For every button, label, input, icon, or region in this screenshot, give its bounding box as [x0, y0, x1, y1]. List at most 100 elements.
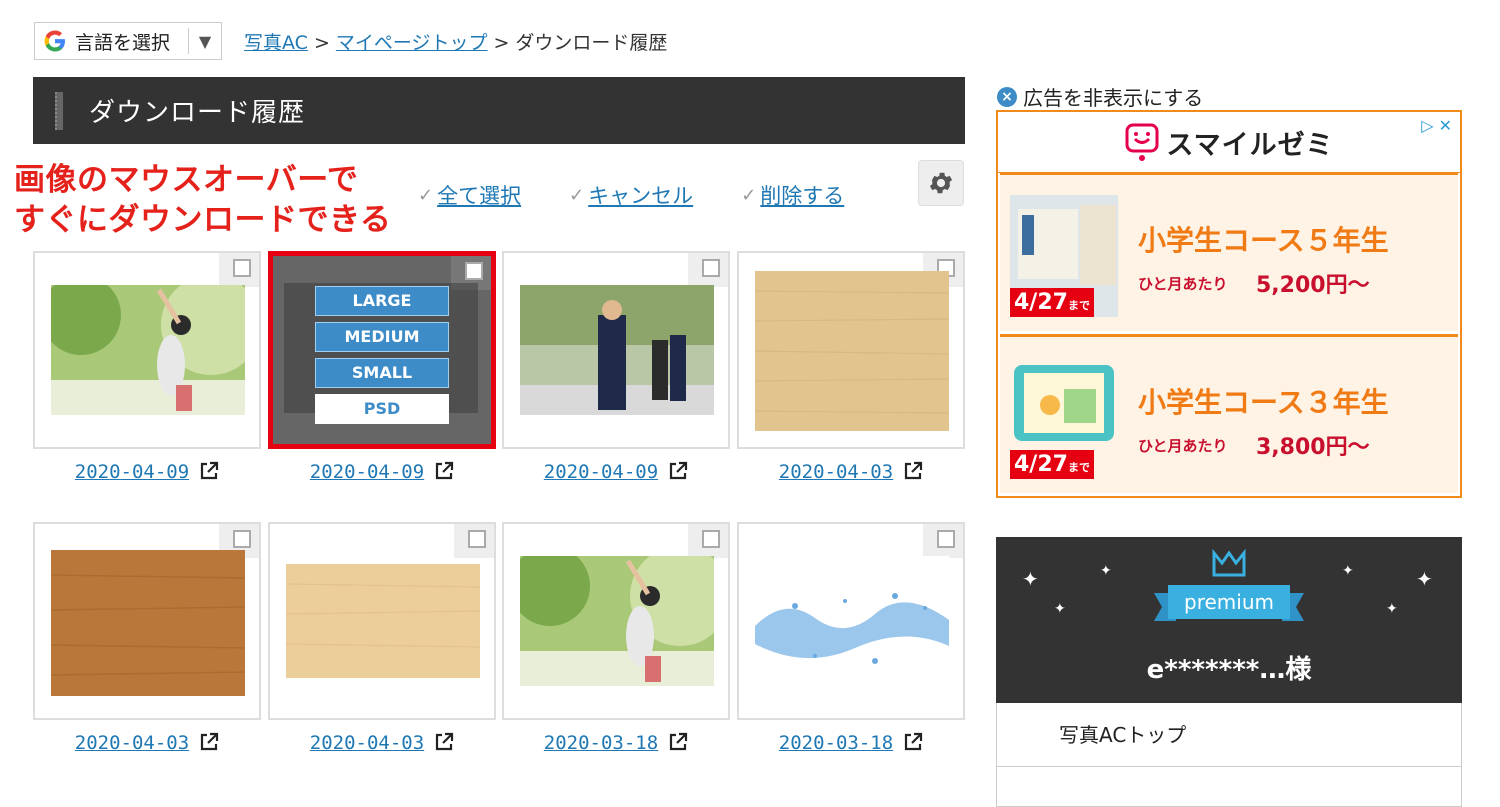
- external-link-icon[interactable]: [199, 461, 219, 481]
- ad-course-title: 小学生コース５年生: [1138, 224, 1389, 257]
- card-checkbox[interactable]: [233, 530, 251, 548]
- thumbnail-light-wood: [755, 271, 949, 431]
- ad-price: 3,800円〜: [1256, 435, 1370, 460]
- size-medium-button[interactable]: MEDIUM: [315, 322, 449, 352]
- download-size-menu: LARGE MEDIUM SMALL PSD: [315, 286, 449, 430]
- download-date-link[interactable]: 2020-04-09: [310, 461, 424, 483]
- download-card[interactable]: [502, 251, 730, 449]
- annotation-line-1: 画像のマウスオーバーで: [14, 162, 359, 198]
- sidebar-item-photoac-top[interactable]: 写真ACトップ: [996, 703, 1462, 767]
- ad-deadline-tag: 4/27まで: [1010, 450, 1094, 479]
- sparkle-icon: ✦: [1342, 563, 1354, 579]
- external-link-icon[interactable]: [903, 461, 923, 481]
- ad-per-month-label: ひと月あたり: [1138, 437, 1228, 455]
- sidebar-item[interactable]: [996, 767, 1462, 807]
- ad-course-title: 小学生コース３年生: [1138, 386, 1389, 419]
- hide-ads-link[interactable]: × 広告を非表示にする: [997, 82, 1203, 111]
- breadcrumb-current: ダウンロード履歴: [515, 32, 668, 54]
- download-date-link[interactable]: 2020-03-18: [544, 732, 658, 754]
- download-date-link[interactable]: 2020-03-18: [779, 732, 893, 754]
- thumbnail-woman-stretching: [51, 285, 245, 415]
- advertisement[interactable]: スマイルゼミ ▷ ✕ 4/27まで 小学生コース５年生 ひと月あたり 5,200…: [996, 110, 1462, 498]
- bulk-actions: ✓ 全て選択 ✓ キャンセル ✓ 削除する: [418, 180, 892, 210]
- external-link-icon[interactable]: [668, 732, 688, 752]
- download-date-link[interactable]: 2020-04-09: [75, 461, 189, 483]
- close-circle-icon: ×: [997, 86, 1017, 107]
- size-psd-button[interactable]: PSD: [315, 394, 449, 424]
- download-card[interactable]: [268, 522, 496, 720]
- check-icon: ✓: [741, 184, 757, 206]
- card-checkbox[interactable]: [937, 530, 955, 548]
- download-card[interactable]: [737, 251, 965, 449]
- crown-icon: [1212, 549, 1246, 577]
- download-date-link[interactable]: 2020-04-03: [779, 461, 893, 483]
- cancel-link[interactable]: キャンセル: [588, 180, 693, 210]
- download-date-link[interactable]: 2020-04-03: [310, 732, 424, 754]
- thumbnail-business-people: [520, 285, 714, 415]
- ad-tablet-image: 4/27まで: [1010, 195, 1118, 317]
- select-all-link[interactable]: 全て選択: [437, 180, 521, 210]
- size-small-button[interactable]: SMALL: [315, 358, 449, 388]
- card-checkbox[interactable]: [233, 259, 251, 277]
- ad-offer-row[interactable]: 4/27まで 小学生コース５年生 ひと月あたり 5,200円〜: [1000, 172, 1458, 331]
- header-bar-decoration: [55, 91, 63, 130]
- external-link-icon[interactable]: [903, 732, 923, 752]
- download-card[interactable]: [33, 522, 261, 720]
- download-card[interactable]: [737, 522, 965, 720]
- premium-badge: premium: [1154, 549, 1304, 621]
- ad-price: 5,200円〜: [1256, 273, 1370, 298]
- gear-icon: [929, 172, 953, 194]
- ad-offer-row[interactable]: 4/27まで 小学生コース３年生 ひと月あたり 3,800円〜: [1000, 334, 1458, 493]
- ad-deadline-tag: 4/27まで: [1010, 288, 1094, 317]
- ad-brand: スマイルゼミ: [1166, 129, 1334, 161]
- premium-username: e*******…様: [1146, 655, 1312, 685]
- page-header: ダウンロード履歴: [33, 77, 965, 144]
- premium-user-panel: ✦ ✦ ✦ ✦ ✦ ✦ premium e*******…様: [996, 537, 1462, 703]
- breadcrumb: 写真AC > マイページトップ > ダウンロード履歴: [244, 32, 668, 54]
- download-date-link[interactable]: 2020-04-09: [544, 461, 658, 483]
- card-checkbox[interactable]: [702, 259, 720, 277]
- breadcrumb-link-mypage[interactable]: マイページトップ: [336, 32, 488, 54]
- thumbnail-water-splash: [755, 556, 949, 686]
- annotation-line-2: すぐにダウンロードできる: [14, 202, 392, 238]
- thumbnail-brown-wood: [51, 550, 245, 696]
- external-link-icon[interactable]: [434, 732, 454, 752]
- card-checkbox[interactable]: [702, 530, 720, 548]
- sparkle-icon: ✦: [1416, 567, 1433, 591]
- sidebar-menu: 写真ACトップ: [996, 703, 1462, 807]
- svg-text:premium: premium: [1184, 590, 1274, 614]
- hide-ads-label: 広告を非表示にする: [1023, 86, 1204, 110]
- thumbnail-pale-wood: [286, 564, 480, 678]
- card-checkbox[interactable]: [465, 262, 483, 280]
- download-card-hovered[interactable]: LARGE MEDIUM SMALL PSD: [268, 251, 496, 449]
- sparkle-icon: ✦: [1100, 563, 1112, 579]
- external-link-icon[interactable]: [199, 732, 219, 752]
- ad-choices-icon[interactable]: ▷ ✕: [1421, 116, 1452, 135]
- ad-header: スマイルゼミ ▷ ✕: [998, 112, 1460, 173]
- download-card[interactable]: [502, 522, 730, 720]
- check-icon: ✓: [569, 184, 585, 206]
- chevron-down-icon: ▼: [198, 31, 212, 51]
- sparkle-icon: ✦: [1386, 601, 1398, 617]
- card-checkbox[interactable]: [468, 530, 486, 548]
- smile-logo-icon: [1125, 123, 1159, 161]
- size-large-button[interactable]: LARGE: [315, 286, 449, 316]
- download-card[interactable]: [33, 251, 261, 449]
- sparkle-icon: ✦: [1054, 601, 1066, 617]
- page-title: ダウンロード履歴: [89, 98, 306, 128]
- download-date-link[interactable]: 2020-04-03: [75, 732, 189, 754]
- sparkle-icon: ✦: [1022, 567, 1039, 591]
- language-select-label: 言語を選択: [75, 31, 171, 54]
- delete-link[interactable]: 削除する: [760, 180, 844, 210]
- ad-per-month-label: ひと月あたり: [1138, 275, 1228, 293]
- external-link-icon[interactable]: [668, 461, 688, 481]
- external-link-icon[interactable]: [434, 461, 454, 481]
- settings-button[interactable]: [918, 160, 964, 206]
- thumbnail-woman-stretching: [520, 556, 714, 686]
- check-icon: ✓: [418, 184, 434, 206]
- google-g-icon: [35, 28, 75, 54]
- language-select[interactable]: 言語を選択 ▼: [34, 22, 222, 60]
- breadcrumb-link-photoac[interactable]: 写真AC: [244, 32, 308, 54]
- annotation-text: 画像のマウスオーバーで すぐにダウンロードできる: [14, 160, 391, 240]
- ad-tablet-image: 4/27まで: [1010, 357, 1118, 479]
